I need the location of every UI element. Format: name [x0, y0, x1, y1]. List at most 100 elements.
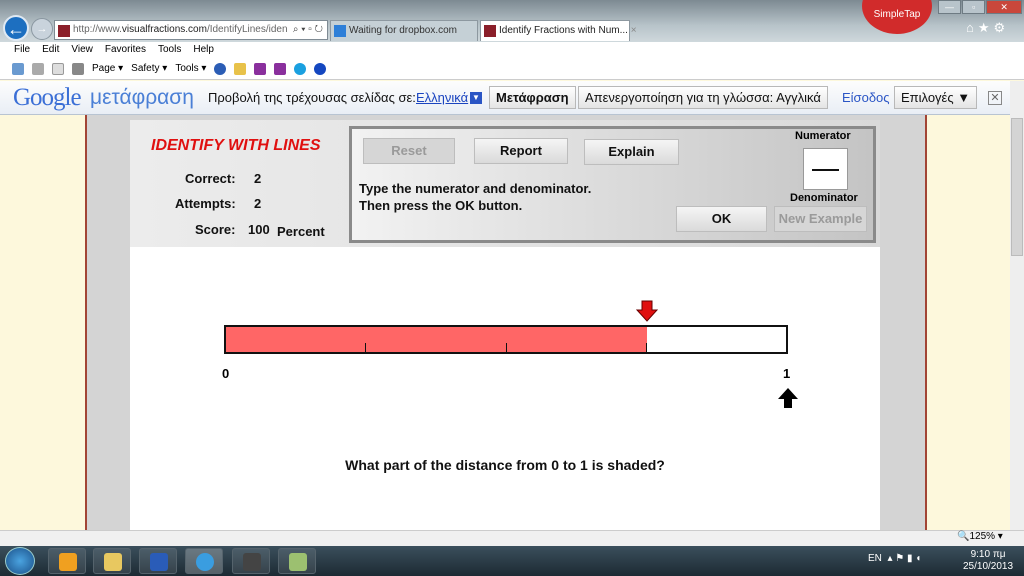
app-icon — [289, 553, 307, 571]
tab-close-icon[interactable]: × — [631, 25, 637, 36]
red-down-arrow-icon — [636, 300, 658, 322]
options-button[interactable]: Επιλογές ▼ — [894, 86, 978, 109]
close-translate-bar-icon[interactable]: ✕ — [988, 91, 1002, 105]
command-bar: Page ▾ Safety ▾ Tools ▾ — [0, 59, 1024, 80]
menu-favorites[interactable]: Favorites — [105, 42, 146, 59]
work-area — [130, 247, 880, 530]
back-button[interactable]: ← — [3, 15, 29, 41]
zoom-value: 125% — [969, 531, 996, 542]
bluetooth-icon[interactable] — [314, 63, 327, 75]
menu-help[interactable]: Help — [193, 42, 214, 59]
language-dropdown-icon[interactable]: ▼ — [470, 92, 482, 104]
word-icon — [150, 553, 168, 571]
tab-label: Identify Fractions with Num... — [499, 25, 628, 36]
score-label: Score: — [195, 222, 236, 237]
reset-button[interactable]: Reset — [363, 138, 455, 164]
search-refresh-icons[interactable]: ⌕ ▾ ▫ ↻ — [293, 21, 323, 39]
translate-button[interactable]: Μετάφραση — [489, 86, 576, 109]
numerator-label: Numerator — [795, 130, 851, 142]
correct-value: 2 — [254, 171, 262, 186]
taskbar-explorer[interactable] — [93, 548, 131, 574]
home-icon[interactable] — [12, 63, 24, 75]
onenote-linked-icon[interactable] — [274, 63, 287, 75]
onenote-icon[interactable] — [254, 63, 267, 75]
system-tray[interactable]: EN ▴ ⚑ ▮ ◖ — [868, 553, 921, 564]
menu-bar: File Edit View Favorites Tools Help — [0, 42, 1024, 59]
explain-button[interactable]: Explain — [584, 139, 679, 165]
tools-menu[interactable]: Tools ▾ — [175, 59, 206, 79]
taskbar-app[interactable] — [278, 548, 316, 574]
site-favicon-icon — [484, 25, 496, 37]
number-line-tick — [225, 343, 226, 353]
number-line-tick — [505, 343, 507, 353]
report-button[interactable]: Report — [474, 138, 568, 164]
language-select[interactable]: Ελληνικά — [416, 90, 468, 105]
attempts-value: 2 — [254, 196, 262, 211]
ie-icon — [196, 553, 214, 571]
menu-view[interactable]: View — [71, 42, 93, 59]
fraction-bar — [812, 169, 839, 171]
shaded-portion — [226, 327, 647, 352]
number-line-tick — [786, 343, 787, 353]
score-unit: Percent — [277, 224, 325, 239]
end-label: 1 — [783, 366, 791, 381]
new-example-button[interactable]: New Example — [774, 206, 867, 232]
safety-menu[interactable]: Safety ▾ — [131, 59, 167, 79]
mail-icon[interactable] — [52, 63, 64, 75]
home-favorites-settings-icons[interactable]: ⌂★⚙ — [966, 20, 1009, 36]
start-button[interactable] — [5, 547, 35, 575]
view-page-label: Προβολή της τρέχουσας σελίδας σε: — [208, 90, 416, 105]
scrollbar-thumb[interactable] — [1011, 118, 1023, 256]
number-line-tick — [365, 343, 367, 353]
taskbar-word[interactable] — [139, 548, 177, 574]
ok-button[interactable]: OK — [676, 206, 767, 232]
page-menu[interactable]: Page ▾ — [92, 59, 123, 79]
number-line-tick — [645, 343, 647, 353]
google-logo: Google — [13, 84, 82, 111]
attempts-label: Attempts: — [175, 196, 236, 211]
forward-button[interactable]: → — [31, 18, 53, 40]
translate-icon[interactable] — [234, 63, 247, 75]
close-window-button[interactable]: ✕ — [986, 0, 1022, 14]
site-favicon-icon — [58, 25, 70, 37]
disable-translation-button[interactable]: Απενεργοποίηση για τη γλώσσα: Αγγλικά — [578, 86, 828, 109]
minimize-button[interactable]: — — [938, 0, 962, 14]
zoom-level[interactable]: 🔍125% ▾ — [957, 531, 1003, 542]
menu-edit[interactable]: Edit — [42, 42, 59, 59]
restore-button[interactable]: ▫ — [962, 0, 986, 14]
menu-file[interactable]: File — [14, 42, 30, 59]
tab-label: Waiting for dropbox.com — [349, 25, 458, 36]
status-bar — [0, 530, 1024, 546]
skype-icon[interactable] — [294, 63, 307, 75]
url-prefix: http://www. — [73, 24, 122, 35]
time: 9:10 πμ — [970, 549, 1006, 560]
translate-product-label: μετάφραση — [90, 86, 194, 109]
language-indicator[interactable]: EN — [868, 553, 882, 564]
outlook-icon — [59, 553, 77, 571]
window-controls: — ▫ ✕ — [938, 0, 1022, 14]
address-bar[interactable]: http://www.visualfractions.com/IdentifyL… — [54, 20, 328, 40]
black-up-arrow-icon[interactable] — [777, 387, 799, 409]
sign-in-link[interactable]: Είσοδος — [842, 90, 890, 105]
clock[interactable]: 9:10 πμ 25/10/2013 — [963, 549, 1013, 573]
url-path: /IdentifyLines/iden — [206, 24, 288, 35]
folder-icon — [104, 553, 122, 571]
instruction-line: Then press the OK button. — [359, 198, 523, 213]
correct-label: Correct: — [185, 171, 236, 186]
question: What part of the distance from 0 to 1 is… — [345, 457, 665, 473]
feeds-icon[interactable] — [32, 63, 44, 75]
taskbar-ie[interactable] — [185, 548, 223, 574]
taskbar-moviemaker[interactable] — [232, 548, 270, 574]
menu-tools[interactable]: Tools — [158, 42, 181, 59]
tab-dropbox[interactable]: Waiting for dropbox.com — [330, 20, 478, 41]
url-domain: visualfractions.com — [121, 24, 207, 35]
tab-identify-fractions[interactable]: Identify Fractions with Num... × — [480, 20, 637, 41]
date: 25/10/2013 — [963, 561, 1014, 572]
help-icon[interactable] — [214, 63, 227, 75]
print-icon[interactable] — [72, 63, 84, 75]
taskbar-outlook[interactable] — [48, 548, 86, 574]
score-value: 100 — [248, 222, 270, 237]
instruction-line: Type the numerator and denominator. — [359, 181, 592, 196]
dropbox-icon — [334, 25, 346, 37]
start-label: 0 — [222, 366, 230, 381]
